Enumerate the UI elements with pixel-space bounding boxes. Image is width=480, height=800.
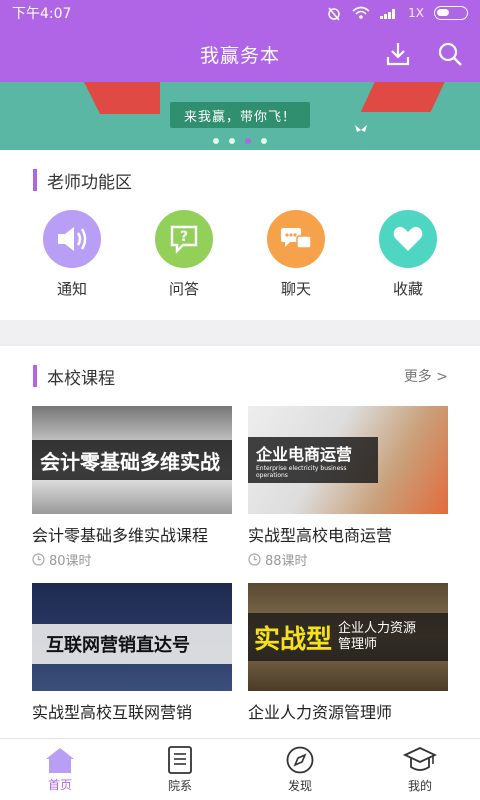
carousel-dot[interactable] <box>261 138 267 144</box>
course-thumbnail: 实战型 企业人力资源管理师 <box>248 583 448 691</box>
chat-bubbles-icon <box>267 210 325 268</box>
app-bar: 我赢务本 <box>0 26 480 82</box>
alarm-icon <box>328 7 340 21</box>
thumb-text: 会计零基础多维实战 <box>40 449 220 474</box>
question-chat-icon: ? <box>155 210 213 268</box>
section-accent-bar <box>33 365 37 387</box>
tab-department[interactable]: 院系 <box>120 739 240 800</box>
more-link[interactable]: 更多 > <box>404 366 448 386</box>
func-label: 问答 <box>168 280 199 298</box>
section-title: 本校课程 <box>47 368 115 389</box>
butterfly-icon <box>355 125 367 132</box>
func-favorite[interactable]: 收藏 <box>358 210 458 299</box>
compass-icon <box>286 746 314 774</box>
carousel-dot[interactable] <box>229 138 235 144</box>
course-card[interactable]: 互联网营销直达号 实战型高校互联网营销 <box>32 583 232 723</box>
search-icon[interactable] <box>436 40 464 68</box>
banner-decor-left <box>80 82 160 114</box>
course-thumbnail: 互联网营销直达号 <box>32 583 232 691</box>
course-title: 会计零基础多维实战课程 <box>32 526 209 545</box>
teacher-function-section: 老师功能区 通知 ? 问答 聊天 收藏 <box>0 150 480 320</box>
course-card[interactable]: 企业电商运营 Enterprise electricity business o… <box>248 406 448 569</box>
course-card[interactable]: 会计零基础多维实战 会计零基础多维实战课程 80课时 <box>32 406 232 569</box>
section-title: 老师功能区 <box>47 172 132 193</box>
func-notice[interactable]: 通知 <box>22 210 122 299</box>
tab-home[interactable]: 首页 <box>0 739 120 800</box>
thumb-text: 实战型 <box>254 624 333 655</box>
func-chat[interactable]: 聊天 <box>246 210 346 299</box>
heart-icon <box>379 210 437 268</box>
course-thumbnail: 企业电商运营 Enterprise electricity business o… <box>248 406 448 514</box>
func-label: 聊天 <box>280 280 311 298</box>
banner-decor-right <box>360 82 450 112</box>
course-title: 企业人力资源管理师 <box>248 703 393 722</box>
graduation-cap-icon <box>403 747 437 771</box>
signal-icon <box>380 9 396 19</box>
download-icon[interactable] <box>384 40 412 68</box>
school-courses-section: 本校课程 更多 > 会计零基础多维实战 会计零基础多维实战课程 80课时 企业电… <box>0 346 480 738</box>
section-accent-bar <box>33 169 37 191</box>
course-card[interactable]: 实战型 企业人力资源管理师 企业人力资源管理师 <box>248 583 448 723</box>
course-title: 实战型高校电商运营 <box>248 526 393 545</box>
tab-mine[interactable]: 我的 <box>360 739 480 800</box>
course-hours: 80课时 <box>49 554 92 569</box>
func-label: 收藏 <box>392 280 423 298</box>
carousel-indicator <box>0 138 480 144</box>
list-doc-icon <box>168 746 192 774</box>
carousel-dot[interactable] <box>213 138 219 144</box>
bottom-tab-bar: 首页 院系 发现 我的 <box>0 738 480 800</box>
battery-icon <box>434 6 468 20</box>
course-title: 实战型高校互联网营销 <box>32 703 193 722</box>
status-time: 下午4:07 <box>12 6 72 22</box>
tab-discover[interactable]: 发现 <box>240 739 360 800</box>
signal-label: 1X <box>408 6 424 20</box>
page-title: 我赢务本 <box>199 44 280 67</box>
banner-carousel[interactable]: 来我赢，带你飞！ <box>0 82 480 150</box>
course-hours: 88课时 <box>265 554 308 569</box>
tab-label: 我的 <box>407 779 432 793</box>
clock-icon <box>32 553 45 566</box>
tab-label: 院系 <box>167 779 192 793</box>
tab-label: 首页 <box>47 778 72 792</box>
func-label: 通知 <box>56 280 87 298</box>
thumb-text: 互联网营销直达号 <box>46 635 190 656</box>
thumb-subtext: Enterprise electricity business operatio… <box>256 465 347 479</box>
status-bar: 下午4:07 1X <box>0 0 480 26</box>
tab-label: 发现 <box>287 779 312 793</box>
thumb-subtext: 企业人力资源管理师 <box>338 620 417 652</box>
wifi-icon <box>352 6 370 19</box>
home-icon <box>46 748 74 773</box>
carousel-dot-active[interactable] <box>245 138 251 144</box>
speaker-icon <box>43 210 101 268</box>
course-thumbnail: 会计零基础多维实战 <box>32 406 232 514</box>
svg-text:?: ? <box>180 229 188 245</box>
thumb-text: 企业电商运营 <box>256 445 353 464</box>
func-qa[interactable]: ? 问答 <box>134 210 234 299</box>
banner-ribbon: 来我赢，带你飞！ <box>170 102 310 128</box>
clock-icon <box>248 553 261 566</box>
